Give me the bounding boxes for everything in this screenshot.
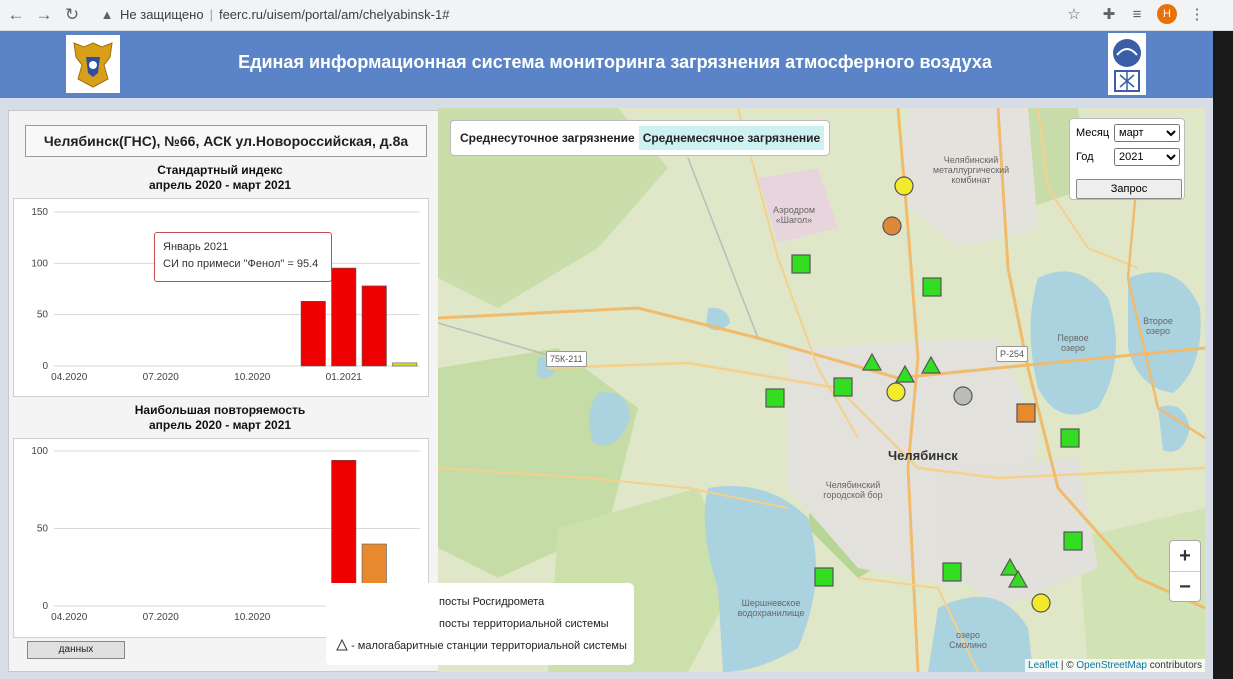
attrib-contributors: contributors [1146,660,1202,671]
star-icon[interactable]: ☆ [1064,5,1084,25]
media-icon[interactable]: ≡ [1127,5,1147,25]
legend-small-stations: - малогабаритные станции территориальной… [336,638,627,654]
station-marker-circle[interactable] [882,216,902,236]
chart-bar [361,285,387,367]
map-attribution: Leaflet | © OpenStreetMap contributors [1025,659,1205,672]
reload-icon[interactable]: ↻ [62,5,82,25]
address-bar[interactable]: ▲ Не защищено | feerc.ru/uisem/portal/am/ch… [100,4,450,26]
station-marker-square[interactable] [814,567,834,587]
x-tick-label: 07.2020 [143,612,180,623]
station-marker-square[interactable] [833,377,853,397]
chart2-title: Наибольшая повторяемость апрель 2020 - м… [20,403,420,433]
legend-roshydromet: посты Росгидромета [439,596,545,608]
query-box: Месяц март Год 2021 Запрос [1069,118,1185,200]
menu-icon[interactable]: ⋮ [1187,5,1207,25]
data-button[interactable]: данных [27,641,125,659]
page-title: Единая информационная система мониторинг… [238,52,992,72]
extensions-icon[interactable]: ✚ [1099,5,1119,25]
station-marker-square[interactable] [1060,428,1080,448]
legend-small-stations-text: - малогабаритные станции территориальной… [351,640,627,652]
x-tick-label: 07.2020 [143,372,180,383]
station-marker-square[interactable] [791,254,811,274]
tooltip-title: Январь 2021 [163,241,229,253]
chart2-title-line1: Наибольшая повторяемость [134,403,306,417]
chart-bar [300,301,326,367]
tab-monthly[interactable]: Среднемесячное загрязнение [638,126,825,150]
osm-link[interactable]: OpenStreetMap [1076,660,1147,671]
pollution-tabs: Среднесуточное загрязнение Среднемесячно… [450,120,831,156]
institute-logo-icon [1108,33,1146,95]
y-tick-label: 150 [31,207,48,218]
station-marker-triangle[interactable] [999,557,1021,576]
tab-daily[interactable]: Среднесуточное загрязнение [456,126,639,150]
chart1-title-line1: Стандартный индекс [157,163,283,177]
station-marker-square[interactable] [942,562,962,582]
chart-bar [392,362,418,367]
year-label: Год [1076,151,1094,163]
tooltip-value: СИ по примеси "Фенол" = 95.4 [163,258,319,270]
forward-icon[interactable]: → [34,5,54,25]
station-title: Челябинск(ГНС), №66, АСК ул.Новороссийск… [25,125,427,157]
y-tick-label: 100 [31,258,48,269]
zoom-in-button[interactable]: + [1170,541,1200,572]
y-tick-label: 100 [31,446,48,457]
chart1-title: Стандартный индекс апрель 2020 - март 20… [20,163,420,193]
x-tick-label: 04.2020 [51,372,88,383]
chart1-container: 0 50 100 150 04.2020 07.2020 10.2020 01.2021 [13,198,429,397]
query-button[interactable]: Запрос [1076,179,1182,199]
x-tick-label: 10.2020 [234,612,271,623]
station-marker-circle[interactable] [953,386,973,406]
leaflet-link[interactable]: Leaflet [1028,660,1058,671]
month-label: Месяц [1076,127,1110,139]
station-marker-triangle[interactable] [920,355,942,374]
station-marker-triangle[interactable] [861,352,883,371]
browser-toolbar: ← → ↻ ▲ Не защищено | feerc.ru/uisem/portal… [0,0,1233,31]
year-select[interactable]: 2021 [1114,148,1180,166]
station-marker-square[interactable] [1063,531,1083,551]
triangle-icon [336,638,348,651]
y-tick-label: 50 [37,310,49,321]
station-marker-circle[interactable] [894,176,914,196]
profile-avatar[interactable]: Н [1157,4,1177,24]
y-tick-label: 50 [37,524,49,535]
screen-edge [1213,31,1233,679]
station-marker-square[interactable] [765,388,785,408]
x-tick-label: 04.2020 [51,612,88,623]
chart1-title-line2: апрель 2020 - март 2021 [148,178,292,192]
standard-index-chart: 0 50 100 150 04.2020 07.2020 10.2020 01.2021 [31,207,420,383]
station-marker-circle[interactable] [886,382,906,402]
zoom-control: + − [1169,540,1201,602]
station-marker-square[interactable] [1016,403,1036,423]
station-marker-circle[interactable] [1031,593,1051,613]
back-icon[interactable]: ← [6,5,26,25]
month-select[interactable]: март [1114,124,1180,142]
chart-bar [331,267,357,367]
legend-territorial: посты территориальной системы [439,618,609,630]
y-tick-label: 0 [42,361,48,372]
station-marker-triangle[interactable] [894,364,916,383]
station-marker-square[interactable] [922,277,942,297]
attrib-separator: | © [1058,660,1077,671]
security-status: Не защищено [120,7,204,22]
warning-icon: ▲ [100,7,114,22]
x-tick-label: 10.2020 [234,372,271,383]
y-tick-label: 0 [42,601,48,612]
chart2-title-line2: апрель 2020 - март 2021 [148,418,292,432]
zoom-out-button[interactable]: − [1170,572,1200,602]
url-text: feerc.ru/uisem/portal/am/chelyabinsk-1# [218,7,450,22]
x-tick-label: 01.2021 [326,372,363,383]
site-header: Единая информационная система мониторинг… [0,31,1213,98]
map-legend: посты Росгидромета посты территориальной… [326,583,634,665]
chart-tooltip: Январь 2021 СИ по примеси "Фенол" = 95.4 [154,232,332,282]
